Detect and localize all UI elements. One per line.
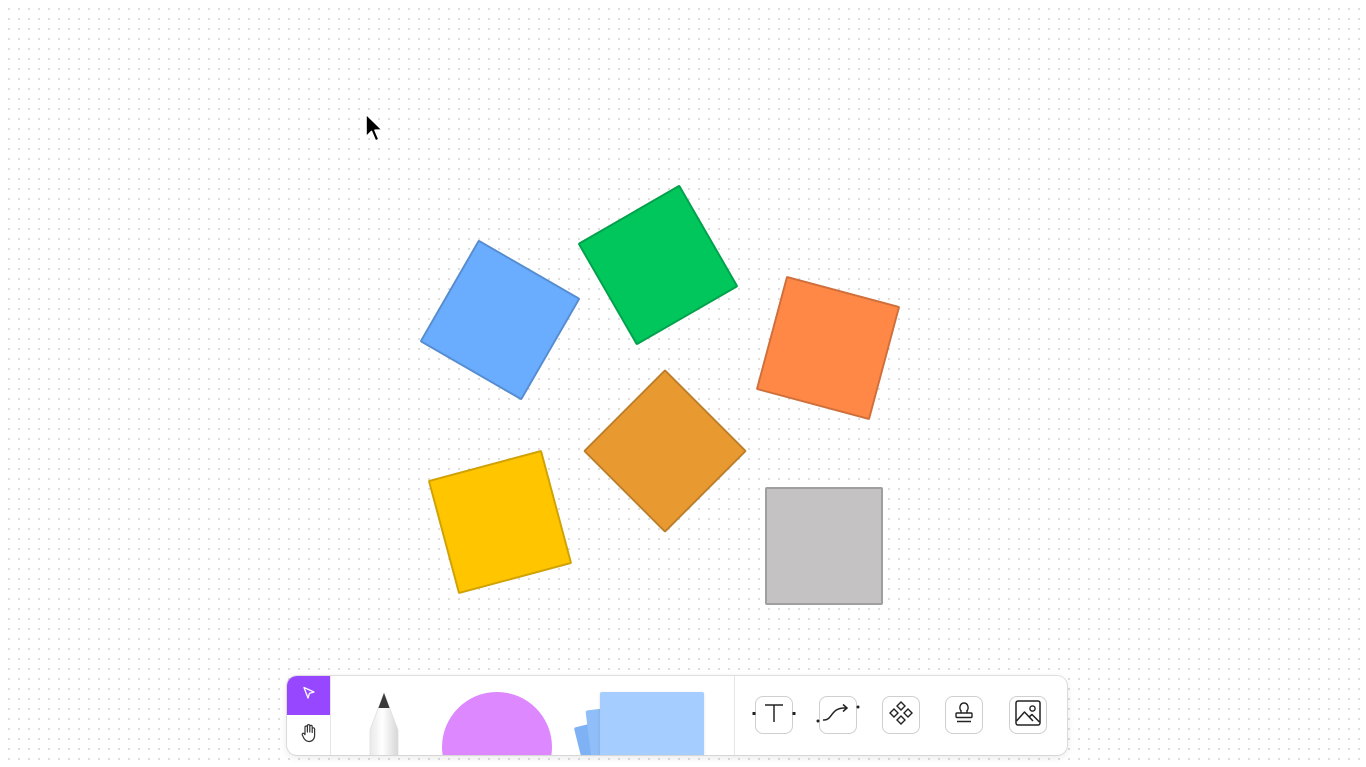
pencil-icon[interactable] (362, 690, 406, 755)
component-icon (888, 700, 914, 731)
creation-tray (331, 676, 734, 755)
blue-sticky-note[interactable] (419, 239, 581, 401)
select-mode-button[interactable] (287, 676, 330, 715)
mode-switcher (287, 676, 331, 755)
connector-tool-button[interactable] (816, 696, 860, 734)
hand-icon (300, 723, 318, 748)
cursor-icon (302, 686, 316, 705)
toolbar-divider (734, 676, 735, 755)
stamp-tool-button[interactable] (945, 696, 983, 734)
stamp-icon (953, 700, 975, 731)
amber-sticky-note[interactable] (582, 368, 748, 534)
yellow-sticky-note[interactable] (427, 449, 573, 595)
bottom-toolbar (287, 676, 1067, 755)
sticky-stack-icon[interactable] (573, 688, 717, 755)
whiteboard-canvas[interactable] (0, 0, 1366, 767)
text-tool-button[interactable] (752, 696, 796, 734)
image-tool-button[interactable] (1009, 696, 1047, 734)
hand-mode-button[interactable] (287, 716, 330, 755)
connector-icon (813, 698, 863, 733)
green-sticky-note[interactable] (577, 184, 739, 346)
gray-sticky-note[interactable] (765, 487, 883, 605)
image-icon (1014, 699, 1042, 732)
mouse-pointer-icon (364, 113, 386, 145)
circle-shape-icon[interactable] (442, 692, 552, 755)
component-tool-button[interactable] (882, 696, 920, 734)
text-icon (748, 698, 800, 733)
orange-sticky-note[interactable] (755, 275, 901, 421)
